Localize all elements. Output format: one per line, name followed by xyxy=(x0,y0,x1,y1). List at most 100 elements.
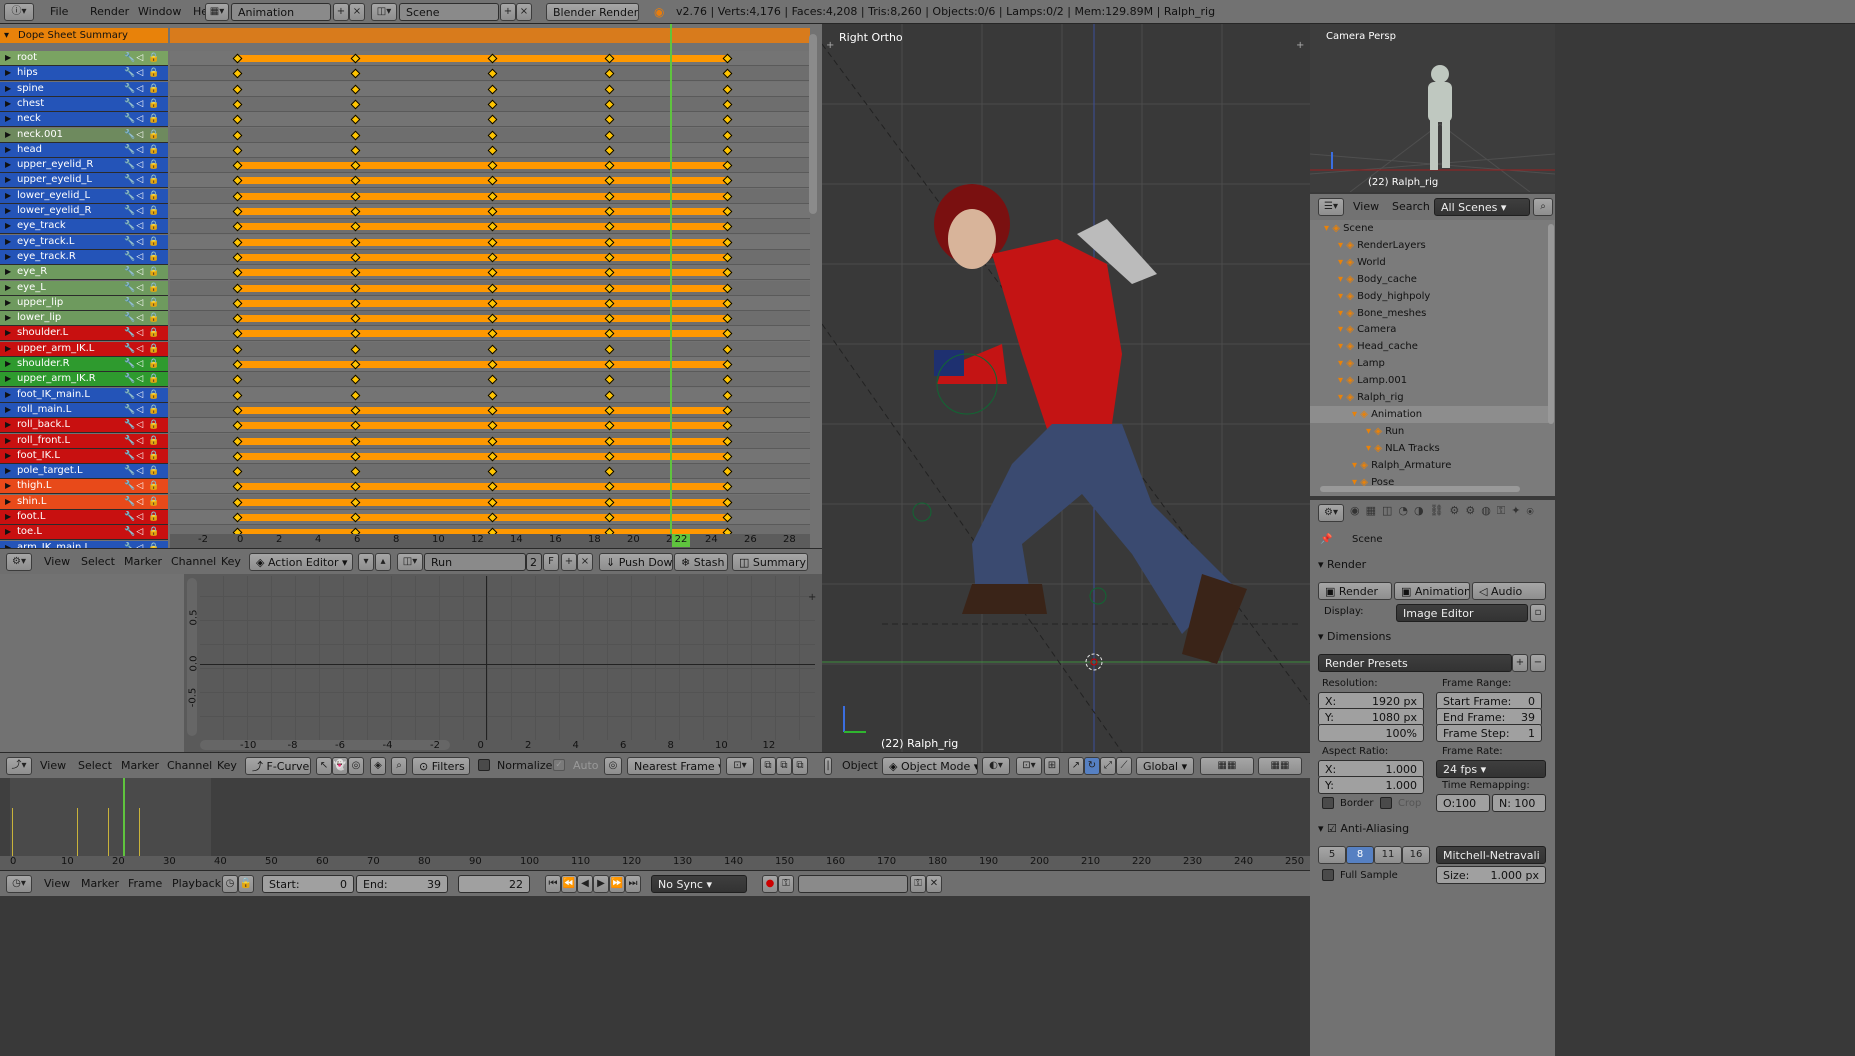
render-engine-select[interactable]: Blender Render ▾ xyxy=(546,3,639,21)
sync-select[interactable]: No Sync ▾ xyxy=(651,875,747,893)
keyframe[interactable] xyxy=(604,466,615,477)
keyframe[interactable] xyxy=(232,114,243,125)
summary-toggle[interactable]: ◫ Summary xyxy=(732,553,808,571)
aa-16[interactable]: 16 xyxy=(1402,846,1430,864)
keyframe[interactable] xyxy=(604,114,615,125)
keyframe[interactable] xyxy=(487,114,498,125)
keyframe[interactable] xyxy=(604,84,615,95)
outliner-item[interactable]: ▾ ◈ NLA Tracks xyxy=(1310,440,1550,457)
channel-toggle-icons[interactable]: 🔧◁ 🔒 xyxy=(124,449,160,463)
jump-end-icon[interactable]: ⏭ xyxy=(625,875,641,893)
lock-range-icon[interactable]: 🔒 xyxy=(238,875,254,893)
channel-toggle-icons[interactable]: 🔧◁ 🔒 xyxy=(124,388,160,402)
new-action-icon[interactable]: + xyxy=(561,553,577,571)
channel-toggle-icons[interactable]: 🔧◁ 🔒 xyxy=(124,311,160,325)
outliner-view-menu[interactable]: View xyxy=(1353,194,1379,220)
paste-flipped-icon[interactable]: ⧉ xyxy=(792,757,808,775)
frame-step-field[interactable]: Frame Step: 1 xyxy=(1436,724,1542,742)
channel-eye-track-r[interactable]: ▶ eye_track.R 🔧◁ 🔒 xyxy=(0,249,168,265)
channel-neck-001[interactable]: ▶ neck.001 🔧◁ 🔒 xyxy=(0,127,168,143)
keyframe[interactable] xyxy=(232,99,243,110)
ds-menu-key[interactable]: Key xyxy=(221,549,241,575)
channel-toggle-icons[interactable]: 🔧◁ 🔒 xyxy=(124,66,160,80)
expand-icon[interactable]: ▶ xyxy=(5,403,11,417)
keyframe[interactable] xyxy=(604,390,615,401)
keyframe[interactable] xyxy=(487,374,498,385)
graph-editor-type-icon[interactable]: ⤴▾ xyxy=(6,757,32,775)
outliner-scrollbar[interactable] xyxy=(1548,224,1554,424)
expand-icon[interactable]: ▶ xyxy=(5,265,11,279)
channel-toggle-icons[interactable]: 🔧◁ 🔒 xyxy=(124,158,160,172)
keyframe[interactable] xyxy=(604,145,615,156)
expand-icon[interactable]: ▶ xyxy=(5,296,11,310)
keyframe[interactable] xyxy=(487,84,498,95)
dopesheet-summary-channel[interactable]: ▾ Dope Sheet Summary xyxy=(0,28,168,43)
record-icon[interactable]: ● xyxy=(762,875,778,893)
layout-icon[interactable]: ▦▾ xyxy=(205,3,229,21)
end-field[interactable]: End: 39 xyxy=(356,875,448,893)
channel-toggle-icons[interactable]: 🔧◁ 🔒 xyxy=(124,128,160,142)
keyframe[interactable] xyxy=(487,466,498,477)
keyframe[interactable] xyxy=(722,99,733,110)
keyframe[interactable] xyxy=(487,344,498,355)
dopesheet-scrollbar[interactable] xyxy=(809,34,817,214)
viewport-editor-type-icon[interactable]: | xyxy=(824,757,832,775)
only-selected-icon[interactable]: ↖ xyxy=(316,757,332,775)
keyframe[interactable] xyxy=(722,466,733,477)
channel-toggle-icons[interactable]: 🔧◁ 🔒 xyxy=(124,250,160,264)
expand-icon[interactable]: ▶ xyxy=(5,143,11,157)
aspect-y-field[interactable]: Y: 1.000 xyxy=(1318,776,1424,794)
channel-upper-eyelid-l[interactable]: ▶ upper_eyelid_L 🔧◁ 🔒 xyxy=(0,173,168,189)
outliner-type-icon[interactable]: ☰▾ xyxy=(1318,198,1344,216)
keyframe[interactable] xyxy=(350,99,361,110)
channel-chest[interactable]: ▶ chest 🔧◁ 🔒 xyxy=(0,96,168,112)
expand-icon[interactable]: ▶ xyxy=(5,479,11,493)
outliner-item[interactable]: ▾ ◈ Head_cache xyxy=(1310,338,1550,355)
keyframe[interactable] xyxy=(722,68,733,79)
menu-window[interactable]: Window xyxy=(138,0,181,24)
expand-icon[interactable]: ▶ xyxy=(5,281,11,295)
channel-lower-lip[interactable]: ▶ lower_lip 🔧◁ 🔒 xyxy=(0,311,168,327)
hidden-icon[interactable]: 👻 xyxy=(332,757,348,775)
channel-shoulder-l[interactable]: ▶ shoulder.L 🔧◁ 🔒 xyxy=(0,326,168,342)
expand-icon[interactable]: ▶ xyxy=(5,128,11,142)
aa-8[interactable]: 8 xyxy=(1346,846,1374,864)
outliner-item[interactable]: ▾ ◈ Ralph_rig xyxy=(1310,389,1550,406)
scale-icon[interactable]: ⤢ xyxy=(1100,757,1116,775)
expand-icon[interactable]: ▶ xyxy=(5,510,11,524)
errors-icon[interactable]: ◎ xyxy=(348,757,364,775)
channel-toggle-icons[interactable]: 🔧◁ 🔒 xyxy=(124,82,160,96)
channel-toggle-icons[interactable]: 🔧◁ 🔒 xyxy=(124,281,160,295)
channel-head[interactable]: ▶ head 🔧◁ 🔒 xyxy=(0,142,168,158)
animation-button[interactable]: ▣ Animation xyxy=(1394,582,1470,600)
outliner-item[interactable]: ▾ ◈ Animation xyxy=(1310,405,1550,423)
search-icon[interactable]: ⌕ xyxy=(391,757,407,775)
remove-layout-icon[interactable]: × xyxy=(349,3,365,21)
keyframe[interactable] xyxy=(722,114,733,125)
expand-icon[interactable]: ▶ xyxy=(5,97,11,111)
current-frame-field[interactable]: 22 xyxy=(458,875,530,893)
info-editor-icon[interactable]: ⓘ▾ xyxy=(4,3,34,21)
shading-icon[interactable]: ◐▾ xyxy=(982,757,1010,775)
paste-keys-icon[interactable]: ⧉ xyxy=(776,757,792,775)
preview-range-icon[interactable]: ◷ xyxy=(222,875,238,893)
action-field[interactable]: Run xyxy=(424,553,526,571)
keyframe[interactable] xyxy=(232,84,243,95)
expand-icon[interactable]: ▶ xyxy=(5,372,11,386)
keyframe[interactable] xyxy=(232,145,243,156)
ds-menu-view[interactable]: View xyxy=(44,549,70,575)
channel-hips[interactable]: ▶ hips 🔧◁ 🔒 xyxy=(0,66,168,82)
play-icon[interactable]: ▶ xyxy=(593,875,609,893)
keyframe[interactable] xyxy=(722,390,733,401)
channel-toggle-icons[interactable]: 🔧◁ 🔒 xyxy=(124,403,160,417)
keyframe[interactable] xyxy=(350,344,361,355)
keyframe[interactable] xyxy=(604,130,615,140)
jump-start-icon[interactable]: ⏮ xyxy=(545,875,561,893)
channel-toggle-icons[interactable]: 🔧◁ 🔒 xyxy=(124,342,160,356)
keyframe[interactable] xyxy=(232,344,243,355)
res-percent-field[interactable]: 100% xyxy=(1318,724,1424,742)
expand-icon[interactable]: ▶ xyxy=(5,82,11,96)
pivot-point-icon[interactable]: ⊡▾ xyxy=(1016,757,1042,775)
channel-upper-arm-ik-r[interactable]: ▶ upper_arm_IK.R 🔧◁ 🔒 xyxy=(0,372,168,388)
expand-icon[interactable]: ▶ xyxy=(5,464,11,478)
